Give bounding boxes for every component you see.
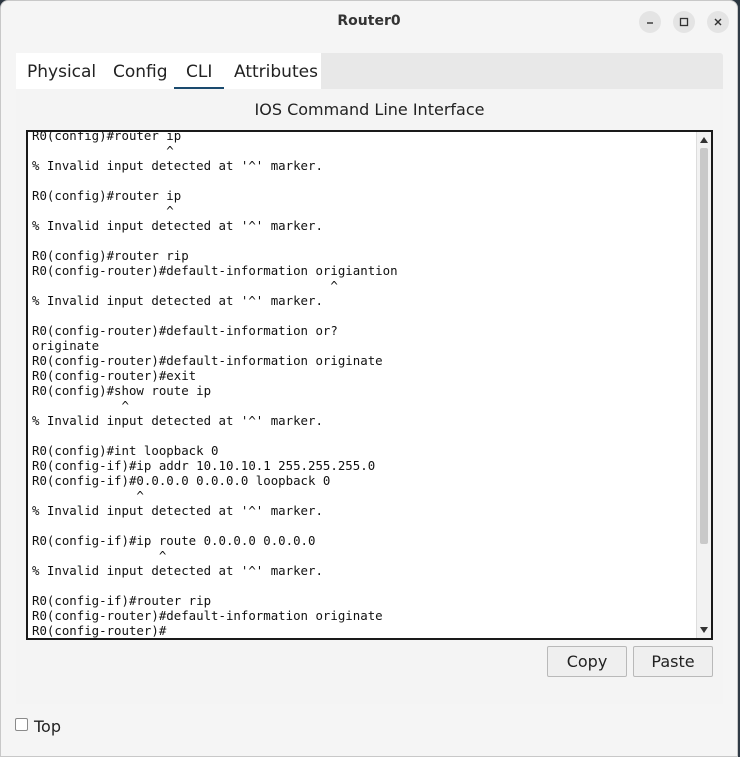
paste-button[interactable]: Paste <box>633 646 713 677</box>
terminal-line: R0(config-router)#default-information or… <box>32 263 398 278</box>
maximize-icon <box>679 17 689 27</box>
terminal-line: ^ <box>32 398 129 413</box>
terminal-line: % Invalid input detected at '^' marker. <box>32 218 323 233</box>
terminal-line: ^ <box>32 278 338 293</box>
minimize-icon <box>647 22 653 24</box>
router-window: Router0 Physical Config CLI Attributes I… <box>0 0 738 757</box>
terminal-line: R0(config-if)#ip addr 10.10.10.1 255.255… <box>32 458 376 473</box>
close-icon <box>714 18 722 26</box>
terminal-line: R0(config-router)#default-information or… <box>32 608 383 623</box>
cli-content: IOS Command Line Interface R0(config)#ro… <box>16 89 723 704</box>
terminal-line: R0(config-if)#router rip <box>32 593 212 608</box>
terminal-line: R0(config-if)#ip route 0.0.0.0 0.0.0.0 <box>32 533 316 548</box>
terminal-output[interactable]: R0(config)#router ip ^% Invalid input de… <box>32 130 692 638</box>
top-checkbox[interactable] <box>15 718 28 731</box>
maximize-button[interactable] <box>673 11 695 33</box>
window-title: Router0 <box>337 13 401 29</box>
top-label: Top <box>34 717 61 736</box>
terminal-scrollbar[interactable] <box>696 132 711 638</box>
terminal-line: R0(config-router)#default-information or… <box>32 353 383 368</box>
terminal-line: ^ <box>32 548 167 563</box>
tab-cli[interactable]: CLI <box>173 62 225 90</box>
minimize-button[interactable] <box>639 11 661 33</box>
cli-terminal[interactable]: R0(config)#router ip ^% Invalid input de… <box>26 130 713 640</box>
terminal-line: R0(config)#router ip <box>32 188 182 203</box>
terminal-line: % Invalid input detected at '^' marker. <box>32 563 323 578</box>
terminal-line: % Invalid input detected at '^' marker. <box>32 293 323 308</box>
terminal-line: % Invalid input detected at '^' marker. <box>32 158 323 173</box>
tab-attributes[interactable]: Attributes <box>234 62 318 82</box>
scroll-down-arrow-icon[interactable] <box>697 623 711 637</box>
terminal-line: R0(config-router)#default-information or… <box>32 323 338 338</box>
tab-physical[interactable]: Physical <box>27 62 96 82</box>
close-button[interactable] <box>707 11 729 33</box>
tab-bar: Physical Config CLI Attributes <box>16 53 321 90</box>
terminal-line: R0(config-router)#exit <box>32 368 197 383</box>
terminal-line: R0(config-router)# <box>32 623 167 638</box>
main-panel: Physical Config CLI Attributes IOS Comma… <box>16 53 723 704</box>
terminal-line: % Invalid input detected at '^' marker. <box>32 503 323 518</box>
title-bar[interactable]: Router0 <box>1 1 737 43</box>
terminal-line: R0(config-if)#0.0.0.0 0.0.0.0 loopback 0 <box>32 473 331 488</box>
terminal-line: R0(config)#router ip <box>32 130 182 143</box>
terminal-line: ^ <box>32 488 144 503</box>
tab-config[interactable]: Config <box>113 62 168 82</box>
terminal-line: R0(config)#show route ip <box>32 383 212 398</box>
terminal-line: ^ <box>32 143 174 158</box>
cli-heading: IOS Command Line Interface <box>254 100 485 119</box>
terminal-line: ^ <box>32 203 174 218</box>
terminal-line: R0(config)#int loopback 0 <box>32 443 219 458</box>
scrollbar-thumb[interactable] <box>700 148 708 544</box>
scroll-up-arrow-icon[interactable] <box>697 133 711 147</box>
terminal-line: originate <box>32 338 100 353</box>
terminal-line: R0(config)#router rip <box>32 248 189 263</box>
terminal-line: % Invalid input detected at '^' marker. <box>32 413 323 428</box>
copy-button[interactable]: Copy <box>547 646 627 677</box>
